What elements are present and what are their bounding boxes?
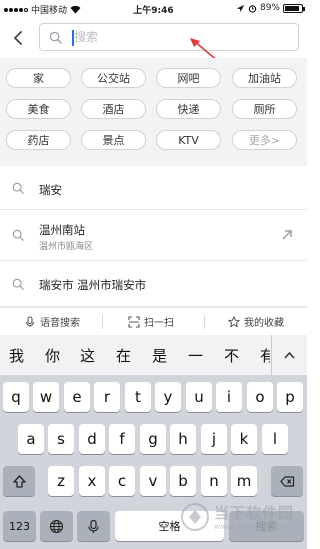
battery-percent: 89%	[259, 3, 280, 13]
favorites-label: 我的收藏	[244, 318, 284, 329]
key-v[interactable]: v	[140, 466, 166, 496]
search-icon	[12, 278, 24, 290]
candidate-bar: 我 你 这 在 是 一 不 有	[0, 335, 307, 375]
tool-divider	[204, 315, 205, 329]
key-g[interactable]: g	[140, 424, 166, 454]
key-s[interactable]: s	[48, 424, 74, 454]
key-a[interactable]: a	[18, 424, 44, 454]
key-z[interactable]: z	[48, 466, 74, 496]
search-header	[0, 18, 307, 58]
history-item[interactable]: 瑞安市 温州市瑞安市	[0, 261, 307, 307]
chip-toilet[interactable]: 厕所	[232, 99, 297, 119]
battery-icon	[283, 3, 305, 13]
key-x[interactable]: x	[79, 466, 105, 496]
key-r[interactable]: r	[94, 382, 120, 412]
history-item[interactable]: 瑞安	[0, 166, 307, 210]
microphone-icon	[88, 519, 99, 533]
key-o[interactable]: o	[247, 382, 273, 412]
chip-gas-station[interactable]: 加油站	[232, 68, 297, 88]
key-q[interactable]: q	[3, 382, 29, 412]
scan-button[interactable]: 扫一扫	[128, 314, 174, 329]
history-subtitle: 温州市瓯海区	[39, 242, 94, 252]
candidate-word[interactable]: 我	[9, 345, 24, 366]
key-i[interactable]: i	[216, 382, 242, 412]
voice-search-button[interactable]: 语音搜索	[24, 314, 80, 329]
chip-internet-cafe[interactable]: 网吧	[156, 68, 221, 88]
favorites-button[interactable]: 我的收藏	[228, 314, 284, 329]
chip-home[interactable]: 家	[6, 68, 71, 88]
chip-more[interactable]: 更多>	[232, 130, 297, 150]
dictation-key[interactable]	[77, 511, 110, 541]
expand-candidates-button[interactable]	[271, 335, 307, 375]
keyboard: 我 你 这 在 是 一 不 有 q w e r t y u i o p a s …	[0, 335, 307, 549]
key-c[interactable]: c	[109, 466, 135, 496]
space-key[interactable]: 空格	[115, 511, 224, 541]
chip-scenic-spot[interactable]: 景点	[81, 130, 146, 150]
delete-key[interactable]	[271, 466, 303, 496]
microphone-icon	[25, 315, 35, 327]
status-right: 89%	[236, 3, 305, 13]
chip-food[interactable]: 美食	[6, 99, 71, 119]
search-icon	[49, 31, 62, 44]
key-w[interactable]: w	[33, 382, 59, 412]
chip-express[interactable]: 快递	[156, 99, 221, 119]
key-j[interactable]: j	[201, 424, 227, 454]
tool-divider	[102, 315, 103, 329]
history-title: 瑞安市 温州市瑞安市	[39, 278, 147, 292]
key-h[interactable]: h	[170, 424, 196, 454]
candidate-word[interactable]: 不	[224, 345, 239, 366]
key-y[interactable]: y	[155, 382, 181, 412]
history-title: 瑞安	[39, 183, 62, 197]
key-p[interactable]: p	[277, 382, 303, 412]
section-divider	[0, 158, 307, 166]
backspace-icon	[279, 475, 294, 487]
voice-search-label: 语音搜索	[40, 318, 80, 329]
candidate-word[interactable]: 是	[152, 345, 167, 366]
chevron-left-icon[interactable]	[10, 30, 26, 46]
candidate-word[interactable]: 在	[116, 345, 131, 366]
key-k[interactable]: k	[231, 424, 257, 454]
search-icon	[12, 229, 24, 241]
location-icon	[236, 4, 245, 12]
alarm-icon	[248, 4, 257, 13]
key-f[interactable]: f	[109, 424, 135, 454]
chip-ktv[interactable]: KTV	[156, 130, 221, 150]
shift-icon	[12, 474, 26, 488]
category-panel: 家 公交站 网吧 加油站 美食 酒店 快递 厕所 药店 景点 KTV 更多>	[0, 58, 307, 158]
scan-label: 扫一扫	[144, 318, 174, 329]
key-u[interactable]: u	[186, 382, 212, 412]
search-key[interactable]: 搜索	[229, 511, 304, 541]
shift-key[interactable]	[3, 466, 35, 496]
candidate-word[interactable]: 这	[80, 345, 95, 366]
key-d[interactable]: d	[79, 424, 105, 454]
fill-in-arrow-icon[interactable]	[281, 229, 293, 241]
globe-key[interactable]	[40, 511, 73, 541]
key-l[interactable]: l	[262, 424, 288, 454]
star-icon	[228, 315, 240, 327]
candidate-word[interactable]: 有	[260, 345, 270, 366]
key-e[interactable]: e	[64, 382, 90, 412]
numbers-key[interactable]: 123	[3, 511, 36, 541]
key-b[interactable]: b	[170, 466, 196, 496]
candidate-word[interactable]: 一	[188, 345, 203, 366]
key-n[interactable]: n	[201, 466, 227, 496]
chip-bus-stop[interactable]: 公交站	[81, 68, 146, 88]
chip-hotel[interactable]: 酒店	[81, 99, 146, 119]
search-box[interactable]	[39, 23, 299, 51]
key-m[interactable]: m	[231, 466, 257, 496]
status-bar: 中国移动 上午9:46 89%	[0, 0, 307, 18]
history-title: 温州南站	[39, 223, 85, 237]
scan-icon	[128, 315, 140, 328]
battery-level-fill	[285, 5, 300, 11]
candidate-word[interactable]: 你	[45, 345, 60, 366]
history-item[interactable]: 温州南站 温州市瓯海区	[0, 210, 307, 261]
chevron-up-icon	[284, 351, 295, 359]
search-input[interactable]	[74, 26, 284, 48]
search-icon	[12, 182, 24, 194]
key-t[interactable]: t	[125, 382, 151, 412]
tools-bar: 语音搜索 扫一扫 我的收藏	[0, 307, 307, 335]
chip-pharmacy[interactable]: 药店	[6, 130, 71, 150]
globe-icon	[49, 519, 64, 533]
